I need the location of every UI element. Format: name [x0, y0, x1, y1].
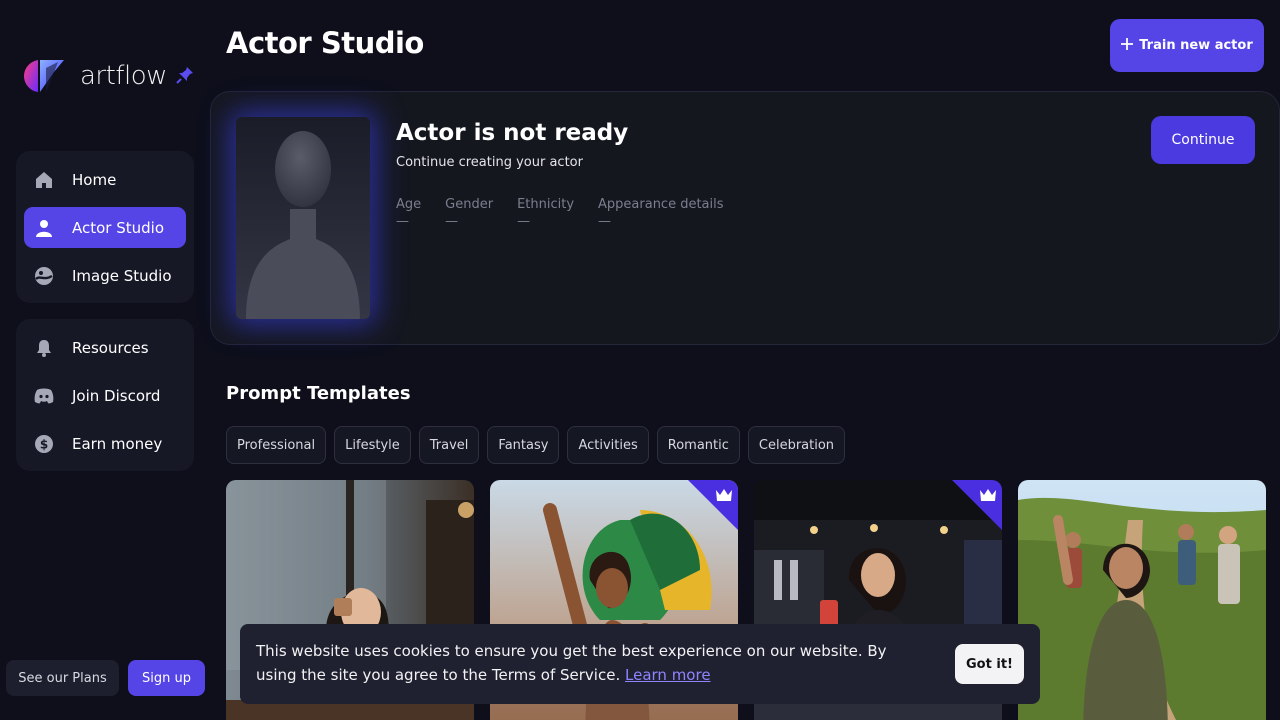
plus-icon: [1121, 37, 1134, 54]
home-icon: [34, 170, 54, 190]
primary-nav: Home Actor Studio Image Studio: [16, 151, 194, 303]
sidebar-item-label: Join Discord: [72, 386, 161, 405]
actor-placeholder-image: [236, 117, 370, 319]
attribute-value: —: [396, 214, 409, 229]
prompt-templates-title: Prompt Templates: [226, 383, 411, 404]
attribute-label: Ethnicity: [517, 197, 575, 212]
chip-activities[interactable]: Activities: [567, 426, 649, 464]
page-title: Actor Studio: [226, 26, 424, 60]
sidebar-item-resources[interactable]: Resources: [24, 327, 186, 368]
template-card-hiking[interactable]: [1018, 480, 1266, 720]
pin-icon[interactable]: [176, 66, 194, 84]
continue-button[interactable]: Continue: [1151, 116, 1255, 164]
attribute-value: —: [445, 214, 459, 229]
attribute-value: —: [598, 214, 612, 229]
sidebar-item-discord[interactable]: Join Discord: [24, 375, 186, 416]
learn-more-link[interactable]: Learn more: [625, 666, 711, 684]
cookie-message-text: This website uses cookies to ensure you …: [256, 642, 887, 684]
chip-romantic[interactable]: Romantic: [656, 426, 740, 464]
actor-attributes: Age — Gender — Ethnicity — Appearance de…: [396, 197, 724, 229]
sidebar-item-label: Image Studio: [72, 266, 172, 285]
discord-icon: [34, 386, 54, 406]
cookie-banner: This website uses cookies to ensure you …: [240, 624, 1040, 704]
svg-text:$: $: [40, 437, 48, 451]
actor-status-card: Actor is not ready Continue creating you…: [210, 91, 1280, 345]
sidebar-item-image-studio[interactable]: Image Studio: [24, 255, 186, 296]
train-new-actor-button[interactable]: Train new actor: [1110, 19, 1264, 72]
brand-name: artflow: [80, 61, 167, 91]
sidebar-item-actor-studio[interactable]: Actor Studio: [24, 207, 186, 248]
logo[interactable]: artflow: [24, 58, 167, 94]
sign-up-button[interactable]: Sign up: [128, 660, 205, 696]
sidebar-item-label: Earn money: [72, 434, 163, 453]
chip-celebration[interactable]: Celebration: [747, 426, 846, 464]
cookie-message: This website uses cookies to ensure you …: [256, 639, 896, 687]
dollar-icon: $: [34, 434, 54, 454]
attribute-label: Gender: [445, 197, 494, 212]
attribute-ethnicity: Ethnicity —: [517, 197, 574, 229]
sidebar-item-earn-money[interactable]: $ Earn money: [24, 423, 186, 464]
sidebar: artflow Home Actor Studio Image Studio R…: [0, 0, 210, 720]
attribute-age: Age —: [396, 197, 421, 229]
sidebar-item-home[interactable]: Home: [24, 159, 186, 200]
sidebar-item-label: Actor Studio: [72, 218, 165, 237]
secondary-nav: Resources Join Discord $ Earn money: [16, 319, 194, 471]
chip-professional[interactable]: Professional: [226, 426, 327, 464]
premium-crown-icon: [952, 480, 1002, 530]
premium-crown-icon: [688, 480, 738, 530]
chip-fantasy[interactable]: Fantasy: [487, 426, 560, 464]
sidebar-item-label: Resources: [72, 338, 149, 357]
chip-lifestyle[interactable]: Lifestyle: [334, 426, 411, 464]
image-studio-icon: [34, 266, 54, 286]
attribute-appearance: Appearance details —: [598, 197, 724, 229]
template-category-chips: Professional Lifestyle Travel Fantasy Ac…: [226, 426, 846, 464]
sidebar-item-label: Home: [72, 170, 117, 189]
train-new-actor-label: Train new actor: [1139, 38, 1253, 53]
artflow-logo-icon: [24, 60, 64, 92]
accept-cookies-button[interactable]: Got it!: [955, 644, 1024, 684]
chip-travel[interactable]: Travel: [418, 426, 480, 464]
attribute-gender: Gender —: [445, 197, 493, 229]
see-plans-button[interactable]: See our Plans: [6, 660, 119, 696]
actor-status-subtitle: Continue creating your actor: [396, 155, 583, 170]
attribute-label: Appearance details: [598, 197, 724, 212]
bell-icon: [34, 338, 54, 358]
attribute-label: Age: [396, 197, 422, 212]
attribute-value: —: [517, 214, 531, 229]
person-icon: [34, 218, 54, 238]
actor-status-title: Actor is not ready: [396, 120, 629, 146]
